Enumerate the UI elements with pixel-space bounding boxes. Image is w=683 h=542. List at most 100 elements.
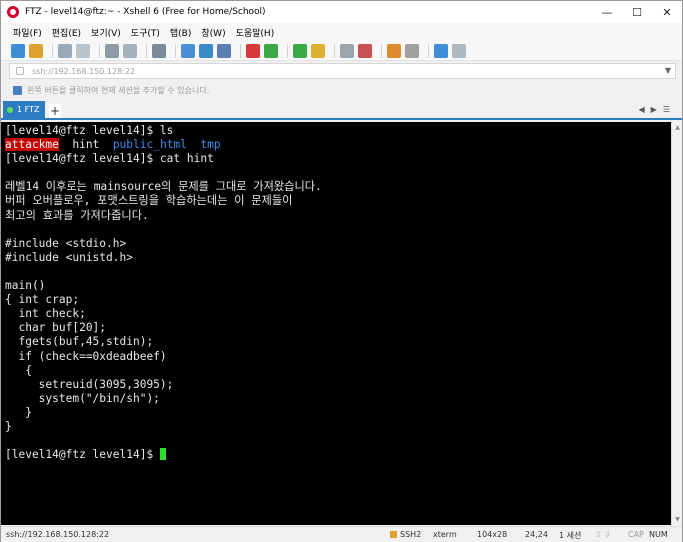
globe-icon[interactable] (199, 43, 213, 58)
ls-output: attackme hint public_html tmp (5, 138, 667, 152)
copy-icon[interactable] (105, 43, 119, 58)
address-bar[interactable]: ssh://192.168.150.128:22 ▼ (9, 63, 676, 79)
hint-line: 레벨14 이후로는 mainsource의 문제를 그대로 가져왔습니다. (5, 180, 322, 194)
status-term: xterm (433, 530, 457, 539)
menu-window[interactable]: 창(W) (201, 26, 225, 39)
toolbar-separator (334, 43, 335, 58)
toolbar-separator (287, 43, 288, 58)
session-nav-arrows[interactable]: ⇧ ⇩ (595, 530, 611, 539)
status-num: NUM (649, 530, 668, 539)
status-address: ssh://192.168.150.128:22 (6, 530, 110, 539)
code-line: } (5, 405, 32, 419)
toolbar-separator (381, 43, 382, 58)
code-line: char buf[20]; (5, 321, 107, 335)
terminal-line: [level14@ftz level14]$ ls (5, 124, 174, 137)
code-line: #include <unistd.h> (5, 250, 133, 264)
toolbar-separator (428, 43, 429, 58)
hint-line: 최고의 효과를 가져다줍니다. (5, 208, 149, 222)
address-input[interactable]: ssh://192.168.150.128:22 (32, 67, 135, 76)
ls-item-directory: tmp (200, 138, 221, 152)
status-size: 104x28 (477, 530, 508, 539)
properties-icon[interactable] (181, 43, 195, 58)
menu-file[interactable]: 파일(F) (13, 26, 42, 39)
current-prompt: [level14@ftz level14]$ (5, 448, 160, 462)
tab-ftz[interactable]: 1 FTZ (3, 101, 45, 118)
menu-view[interactable]: 보기(V) (91, 26, 121, 39)
layout-icon[interactable] (405, 43, 419, 58)
open-folder-icon[interactable] (29, 43, 43, 58)
code-line: #include <stdio.h> (5, 236, 127, 250)
hint-line: 버퍼 오버플로우, 포맷스트링을 학습하는데는 이 문제들이 (5, 194, 293, 208)
address-lock-icon (16, 67, 24, 75)
ls-item-executable: attackme (5, 138, 59, 152)
code-line: main() (5, 279, 46, 293)
chat-icon[interactable] (452, 43, 466, 58)
toolbar-separator (99, 43, 100, 58)
menu-tab[interactable]: 탭(B) (170, 26, 191, 39)
tab-label: 1 FTZ (17, 105, 40, 114)
ls-item-file: hint (72, 138, 100, 152)
toolbar-separator (175, 43, 176, 58)
code-line: system("/bin/sh"); (5, 391, 160, 405)
menu-edit[interactable]: 편집(E) (52, 26, 81, 39)
status-caps: CAP (628, 530, 644, 539)
keyboard-icon[interactable] (340, 43, 354, 58)
status-protocol-label: SSH2 (400, 530, 422, 539)
terminal-output[interactable]: [level14@ftz level14]$ ls attackme hint p… (1, 122, 671, 525)
scroll-down-icon[interactable]: ▼ (672, 514, 683, 525)
menu-tools[interactable]: 도구(T) (131, 26, 160, 39)
toolbar (1, 41, 682, 61)
tab-bar: 1 FTZ + ◀▶☰ (1, 101, 682, 120)
menu-help[interactable]: 도움말(H) (236, 26, 275, 39)
xshell-window: FTZ - level14@ftz:~ - Xshell 6 (Free for… (0, 0, 683, 542)
code-line: if (check==0xdeadbeef) (5, 349, 167, 363)
terminal-line: [level14@ftz level14]$ cat hint (5, 152, 214, 166)
code-line: } (5, 419, 12, 433)
code-line: { int crap; (5, 293, 80, 307)
paste-icon[interactable] (123, 43, 137, 58)
hint-text: 왼쪽 버튼을 클릭하여 현재 세션을 추가할 수 있습니다. (27, 85, 210, 95)
title-bar: FTZ - level14@ftz:~ - Xshell 6 (Free for… (1, 1, 682, 23)
hint-bar: 왼쪽 버튼을 클릭하여 현재 세션을 추가할 수 있습니다. (1, 83, 682, 97)
xftp-icon[interactable] (264, 43, 278, 58)
code-line: setreuid(3095,3095); (5, 377, 174, 391)
window-title: FTZ - level14@ftz:~ - Xshell 6 (Free for… (25, 7, 266, 17)
close-icon[interactable]: ✕ (652, 1, 682, 23)
help-icon[interactable] (434, 43, 448, 58)
xshell-logo-icon (7, 6, 19, 18)
scroll-up-icon[interactable]: ▲ (672, 122, 683, 133)
minimize-icon[interactable]: — (592, 1, 622, 23)
transfer-icon[interactable] (387, 43, 401, 58)
fullscreen-icon[interactable] (293, 43, 307, 58)
new-session-icon[interactable] (11, 43, 25, 58)
code-line: { (5, 363, 32, 377)
maximize-icon[interactable]: ☐ (622, 1, 652, 23)
find-icon[interactable] (152, 43, 166, 58)
code-line: fgets(buf,45,stdin); (5, 335, 154, 349)
prompt-line: [level14@ftz level14]$ (5, 448, 667, 462)
connected-status-icon (7, 106, 13, 113)
ls-item-directory: public_html (112, 138, 187, 152)
session-bar-icon (13, 85, 22, 95)
lock-icon[interactable] (311, 43, 325, 58)
xshell-icon[interactable] (246, 43, 260, 58)
status-sessions: 1 세션 (559, 531, 582, 540)
code-line: int check; (5, 307, 86, 321)
add-tab-button[interactable]: + (49, 104, 61, 118)
terminal-cursor (159, 448, 166, 461)
disconnect-icon[interactable] (76, 43, 90, 58)
toolbar-separator (146, 43, 147, 58)
font-icon[interactable] (217, 43, 231, 58)
terminal-scrollbar[interactable]: ▲ ▼ (671, 122, 682, 525)
chevron-down-icon[interactable]: ▼ (665, 66, 671, 75)
highlight-icon[interactable] (358, 43, 372, 58)
status-protocol: SSH2 (390, 530, 421, 539)
reconnect-icon[interactable] (58, 43, 72, 58)
toolbar-separator (240, 43, 241, 58)
tab-navigation[interactable]: ◀▶☰ (639, 105, 676, 114)
status-cursor: 24,24 (525, 530, 548, 539)
